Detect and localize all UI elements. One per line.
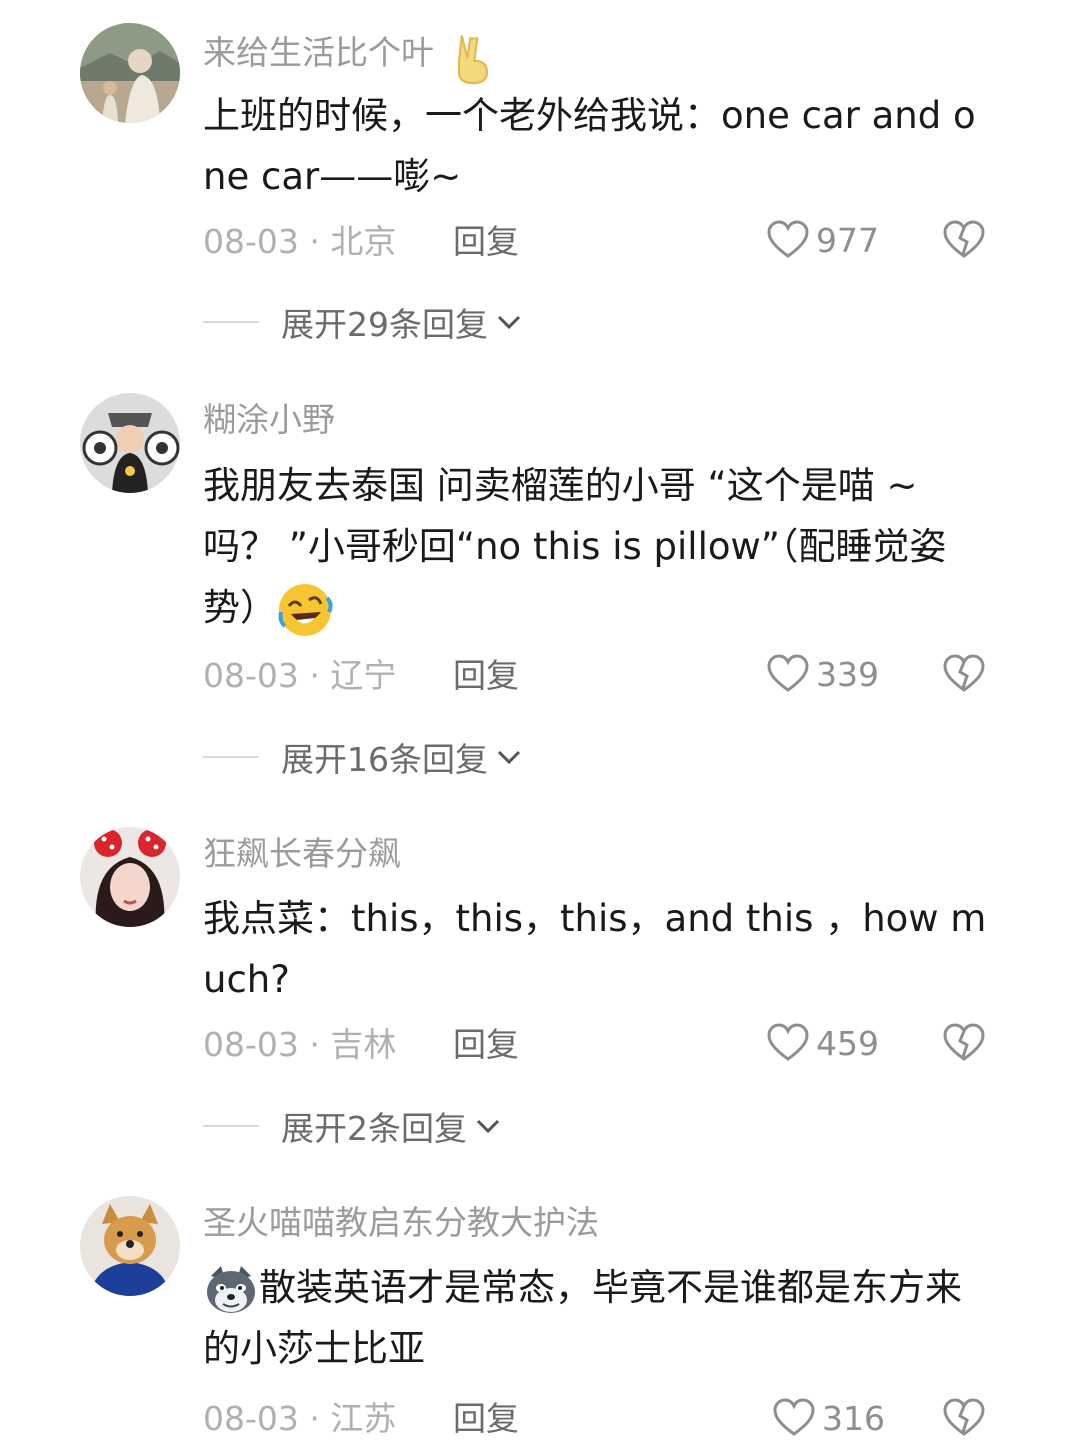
broken-heart-icon[interactable] xyxy=(942,652,986,696)
divider-line xyxy=(203,756,259,758)
comment-location: 江苏 xyxy=(330,1399,397,1438)
expand-replies-label: 展开29条回复 xyxy=(281,305,488,344)
like-count: 339 xyxy=(816,654,879,694)
avatar[interactable] xyxy=(80,393,180,493)
comment-date: 08-03 xyxy=(203,656,299,695)
meta-separator: · xyxy=(309,222,320,261)
wolf-face-icon xyxy=(203,1262,259,1318)
comment-text: 上班的时候，一个老外给我说：one car and one car——嘭~ xyxy=(203,94,976,198)
reply-button[interactable]: 回复 xyxy=(453,1025,519,1065)
heart-outline-icon xyxy=(767,654,809,692)
broken-heart-icon[interactable] xyxy=(942,218,986,262)
heart-outline-icon xyxy=(767,1023,809,1061)
comment-meta: 08-03 · 吉林 回复 xyxy=(203,1025,519,1065)
like-button[interactable]: 459 xyxy=(766,1021,879,1065)
comment-location: 吉林 xyxy=(330,1025,397,1064)
like-button[interactable]: 977 xyxy=(766,218,879,262)
meta-separator: · xyxy=(309,656,320,695)
expand-replies-label: 展开2条回复 xyxy=(281,1109,467,1148)
heart-outline-icon xyxy=(767,220,809,258)
reply-button[interactable]: 回复 xyxy=(453,1399,519,1439)
avatar[interactable] xyxy=(80,827,180,927)
comment-text: 我朋友去泰国 问卖榴莲的小哥 “这个是喵 ~ 吗？ ”小哥秒回“no this … xyxy=(203,455,993,638)
divider-line xyxy=(203,1125,259,1127)
rolling-laughing-icon xyxy=(277,582,333,638)
divider-line xyxy=(203,321,259,323)
avatar[interactable] xyxy=(80,1196,180,1296)
username[interactable]: 圣火喵喵教启东分教大护法 xyxy=(203,1203,599,1243)
expand-replies-button[interactable]: 展开2条回复 xyxy=(203,1106,503,1148)
comment-meta: 08-03 · 北京 回复 xyxy=(203,222,519,262)
broken-heart-icon[interactable] xyxy=(942,1396,986,1440)
comment-meta: 08-03 · 辽宁 回复 xyxy=(203,656,519,696)
username[interactable]: 糊涂小野 xyxy=(203,400,335,440)
comment-date: 08-03 xyxy=(203,1025,299,1064)
comment-location: 北京 xyxy=(330,222,397,261)
comment-text: 散装英语才是常态，毕竟不是谁都是东方来的小莎士比亚 xyxy=(203,1257,993,1379)
expand-replies-button[interactable]: 展开29条回复 xyxy=(203,302,524,344)
expand-replies-label: 展开16条回复 xyxy=(281,740,488,779)
broken-heart-icon[interactable] xyxy=(942,1021,986,1065)
expand-replies-button[interactable]: 展开16条回复 xyxy=(203,737,524,779)
comment-location: 辽宁 xyxy=(330,656,397,695)
reply-button[interactable]: 回复 xyxy=(453,656,519,696)
comment-date: 08-03 xyxy=(203,222,299,261)
chevron-down-icon xyxy=(497,750,521,765)
victory-hand-icon xyxy=(445,30,488,85)
chevron-down-icon xyxy=(497,315,521,330)
comment-meta: 08-03 · 江苏 回复 xyxy=(203,1399,519,1439)
username[interactable]: 狂飙长春分飙 xyxy=(203,834,401,874)
like-count: 459 xyxy=(816,1023,879,1063)
comment-text: 我点菜：this，this，this，and this ，how much? xyxy=(203,897,987,1001)
like-button[interactable]: 339 xyxy=(766,652,879,696)
like-count: 316 xyxy=(822,1398,885,1438)
username[interactable]: 来给生活比个叶 xyxy=(203,30,488,85)
avatar[interactable] xyxy=(80,23,180,123)
heart-outline-icon xyxy=(773,1398,815,1436)
meta-separator: · xyxy=(309,1399,320,1438)
like-count: 977 xyxy=(816,220,879,260)
comment-date: 08-03 xyxy=(203,1399,299,1438)
meta-separator: · xyxy=(309,1025,320,1064)
reply-button[interactable]: 回复 xyxy=(453,222,519,262)
chevron-down-icon xyxy=(476,1119,500,1134)
like-button[interactable]: 316 xyxy=(772,1396,885,1440)
